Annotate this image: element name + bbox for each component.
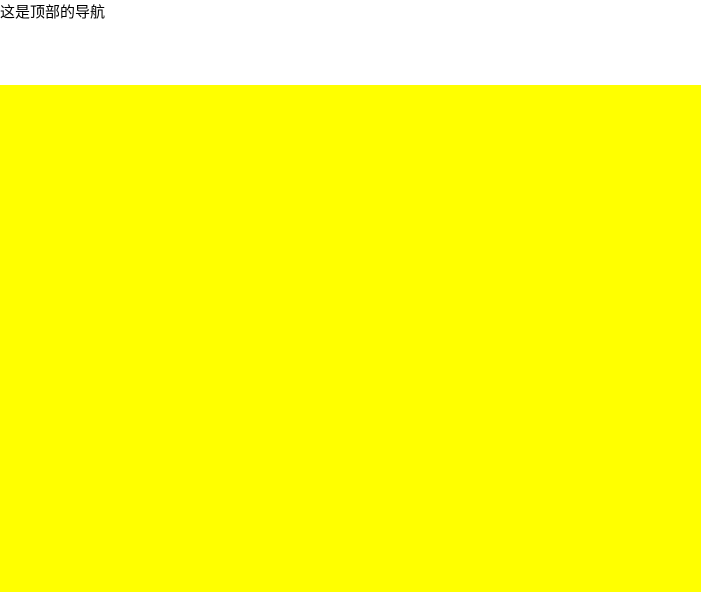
content-area (0, 85, 701, 592)
top-nav-label: 这是顶部的导航 (0, 0, 701, 23)
